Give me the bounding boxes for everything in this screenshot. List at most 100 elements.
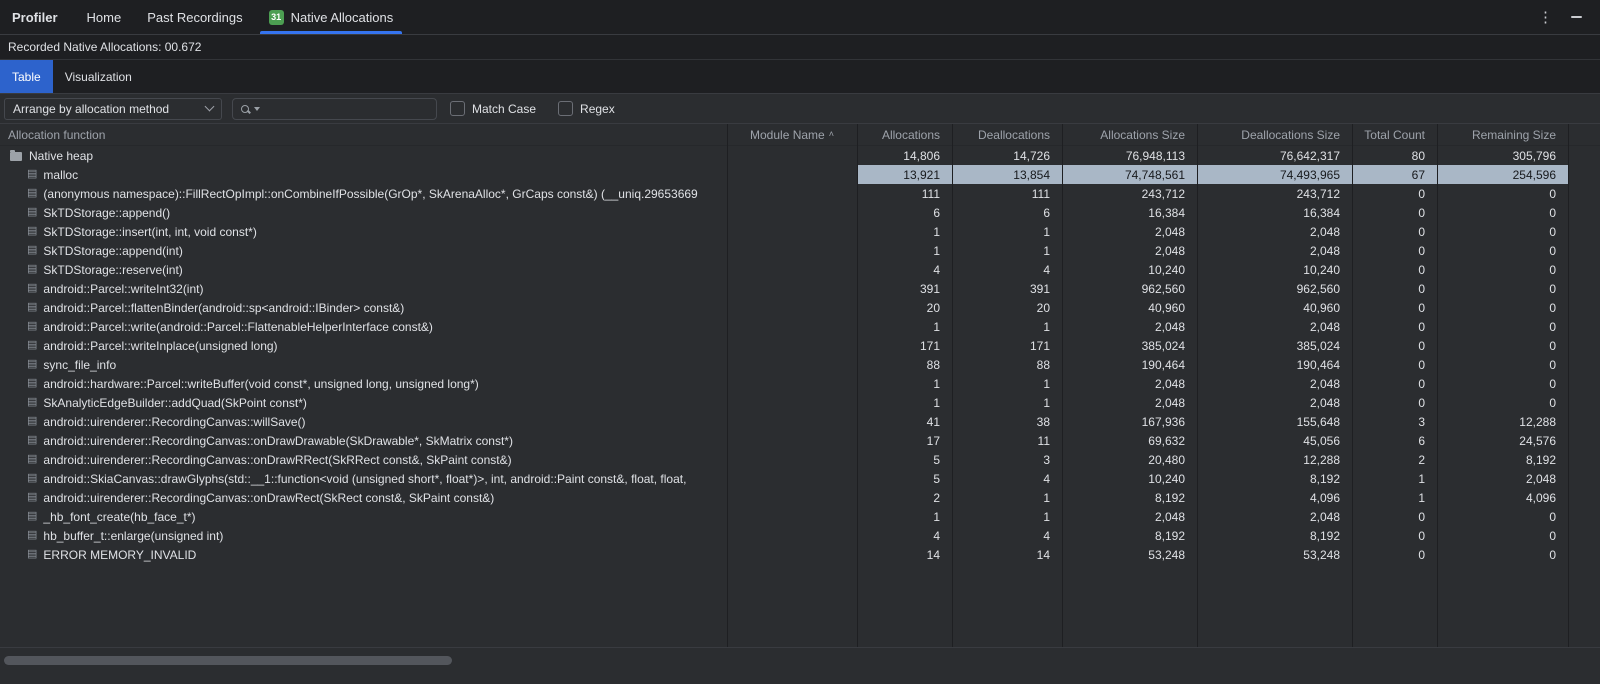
value-cell: 243,712: [1197, 184, 1352, 203]
more-options-icon[interactable]: ⋮: [1538, 10, 1553, 25]
col-deallocations[interactable]: Deallocations: [952, 124, 1062, 145]
table-row[interactable]: ▤SkAnalyticEdgeBuilder::addQuad(SkPoint …: [0, 393, 1600, 412]
module-cell: [727, 450, 857, 469]
search-field[interactable]: [232, 98, 437, 120]
value-cell: 10,240: [1062, 469, 1197, 488]
value-cell: 16,384: [1062, 203, 1197, 222]
table-row[interactable]: ▤android::Parcel::writeInt32(int)3913919…: [0, 279, 1600, 298]
table-row[interactable]: ▤(anonymous namespace)::FillRectOpImpl::…: [0, 184, 1600, 203]
match-case-label: Match Case: [472, 102, 536, 116]
tab-past-recordings[interactable]: Past Recordings: [134, 0, 255, 34]
value-cell: 0: [1437, 241, 1568, 260]
table-row[interactable]: ▤SkTDStorage::insert(int, int, void cons…: [0, 222, 1600, 241]
tab-visualization[interactable]: Visualization: [53, 60, 144, 93]
method-icon: ▤: [27, 226, 37, 237]
value-cell: 2,048: [1062, 374, 1197, 393]
table-row[interactable]: ▤sync_file_info8888190,464190,46400: [0, 355, 1600, 374]
table-row[interactable]: ▤android::SkiaCanvas::drawGlyphs(std::__…: [0, 469, 1600, 488]
tab-native-allocations-label: Native Allocations: [291, 10, 394, 25]
table-row[interactable]: ▤android::Parcel::writeInplace(unsigned …: [0, 336, 1600, 355]
table-row[interactable]: ▤_hb_font_create(hb_face_t*)112,0482,048…: [0, 507, 1600, 526]
value-cell: 4: [952, 469, 1062, 488]
row-gutter: [1568, 184, 1600, 203]
tab-home[interactable]: Home: [74, 0, 135, 34]
table-row[interactable]: ▤SkTDStorage::append()6616,38416,38400: [0, 203, 1600, 222]
match-case-option[interactable]: Match Case: [450, 101, 536, 116]
col-allocation-function[interactable]: Allocation function: [0, 124, 727, 145]
value-cell: 190,464: [1197, 355, 1352, 374]
value-cell: 2,048: [1197, 222, 1352, 241]
value-cell: 0: [1352, 507, 1437, 526]
value-cell: 8,192: [1062, 488, 1197, 507]
recorded-info-text: Recorded Native Allocations: 00.672: [8, 40, 201, 54]
hide-panel-icon[interactable]: [1571, 16, 1582, 18]
value-cell: 1: [857, 241, 952, 260]
module-cell: [727, 222, 857, 241]
module-cell: [727, 412, 857, 431]
horizontal-scrollbar-thumb[interactable]: [4, 656, 452, 665]
table-row[interactable]: ▤android::uirenderer::RecordingCanvas::o…: [0, 450, 1600, 469]
value-cell: 0: [1352, 374, 1437, 393]
table-row[interactable]: ▤android::uirenderer::RecordingCanvas::w…: [0, 412, 1600, 431]
regex-option[interactable]: Regex: [558, 101, 615, 116]
column-separator: [952, 124, 953, 647]
value-cell: 4,096: [1197, 488, 1352, 507]
value-cell: 0: [1437, 526, 1568, 545]
table-row[interactable]: ▤android::Parcel::write(android::Parcel:…: [0, 317, 1600, 336]
value-cell: 1: [857, 222, 952, 241]
table-row[interactable]: ▤malloc13,92113,85474,748,56174,493,9656…: [0, 165, 1600, 184]
value-cell: 17: [857, 431, 952, 450]
column-separator: [1062, 124, 1063, 647]
tab-native-allocations[interactable]: 31 Native Allocations: [256, 0, 407, 34]
col-allocations[interactable]: Allocations: [857, 124, 952, 145]
view-tabs: Table Visualization: [0, 60, 1600, 94]
arrange-dropdown[interactable]: Arrange by allocation method: [4, 98, 222, 120]
value-cell: 8,192: [1062, 526, 1197, 545]
value-cell: 76,948,113: [1062, 146, 1197, 165]
table-row[interactable]: Native heap14,80614,72676,948,11376,642,…: [0, 146, 1600, 165]
value-cell: 8,192: [1197, 469, 1352, 488]
table-row[interactable]: ▤android::hardware::Parcel::writeBuffer(…: [0, 374, 1600, 393]
regex-checkbox[interactable]: [558, 101, 573, 116]
table-row[interactable]: ▤hb_buffer_t::enlarge(unsigned int)448,1…: [0, 526, 1600, 545]
session-badge-icon: 31: [269, 10, 284, 25]
col-deallocations-size[interactable]: Deallocations Size: [1197, 124, 1352, 145]
value-cell: 0: [1437, 393, 1568, 412]
value-cell: 1: [952, 241, 1062, 260]
value-cell: 111: [857, 184, 952, 203]
value-cell: 0: [1437, 374, 1568, 393]
horizontal-scrollbar[interactable]: [0, 648, 1600, 684]
value-cell: 962,560: [1062, 279, 1197, 298]
table-row[interactable]: ▤SkTDStorage::reserve(int)4410,24010,240…: [0, 260, 1600, 279]
module-cell: [727, 469, 857, 488]
value-cell: 0: [1352, 222, 1437, 241]
value-cell: 40,960: [1062, 298, 1197, 317]
value-cell: 2,048: [1062, 393, 1197, 412]
table-row[interactable]: ▤android::uirenderer::RecordingCanvas::o…: [0, 431, 1600, 450]
table-row[interactable]: ▤android::uirenderer::RecordingCanvas::o…: [0, 488, 1600, 507]
table-row[interactable]: ▤SkTDStorage::append(int)112,0482,04800: [0, 241, 1600, 260]
value-cell: 40,960: [1197, 298, 1352, 317]
col-allocations-size[interactable]: Allocations Size: [1062, 124, 1197, 145]
table-row[interactable]: ▤android::Parcel::flattenBinder(android:…: [0, 298, 1600, 317]
function-name: android::uirenderer::RecordingCanvas::on…: [43, 491, 494, 505]
value-cell: 14: [952, 545, 1062, 564]
arrange-dropdown-value: Arrange by allocation method: [13, 102, 169, 116]
function-name: malloc: [43, 168, 78, 182]
tab-table[interactable]: Table: [0, 60, 53, 93]
value-cell: 20,480: [1062, 450, 1197, 469]
col-module-name[interactable]: Module Name ˄: [727, 124, 857, 145]
value-cell: 0: [1437, 260, 1568, 279]
function-name: Native heap: [29, 149, 93, 163]
col-remaining-size[interactable]: Remaining Size: [1437, 124, 1568, 145]
table-row[interactable]: ▤ERROR MEMORY_INVALID141453,24853,24800: [0, 545, 1600, 564]
row-gutter: [1568, 260, 1600, 279]
col-total-count[interactable]: Total Count: [1352, 124, 1437, 145]
value-cell: 1: [1352, 469, 1437, 488]
value-cell: 1: [857, 507, 952, 526]
match-case-checkbox[interactable]: [450, 101, 465, 116]
value-cell: 53,248: [1062, 545, 1197, 564]
value-cell: 6: [857, 203, 952, 222]
method-icon: ▤: [27, 169, 37, 180]
tab-visualization-label: Visualization: [65, 70, 132, 84]
